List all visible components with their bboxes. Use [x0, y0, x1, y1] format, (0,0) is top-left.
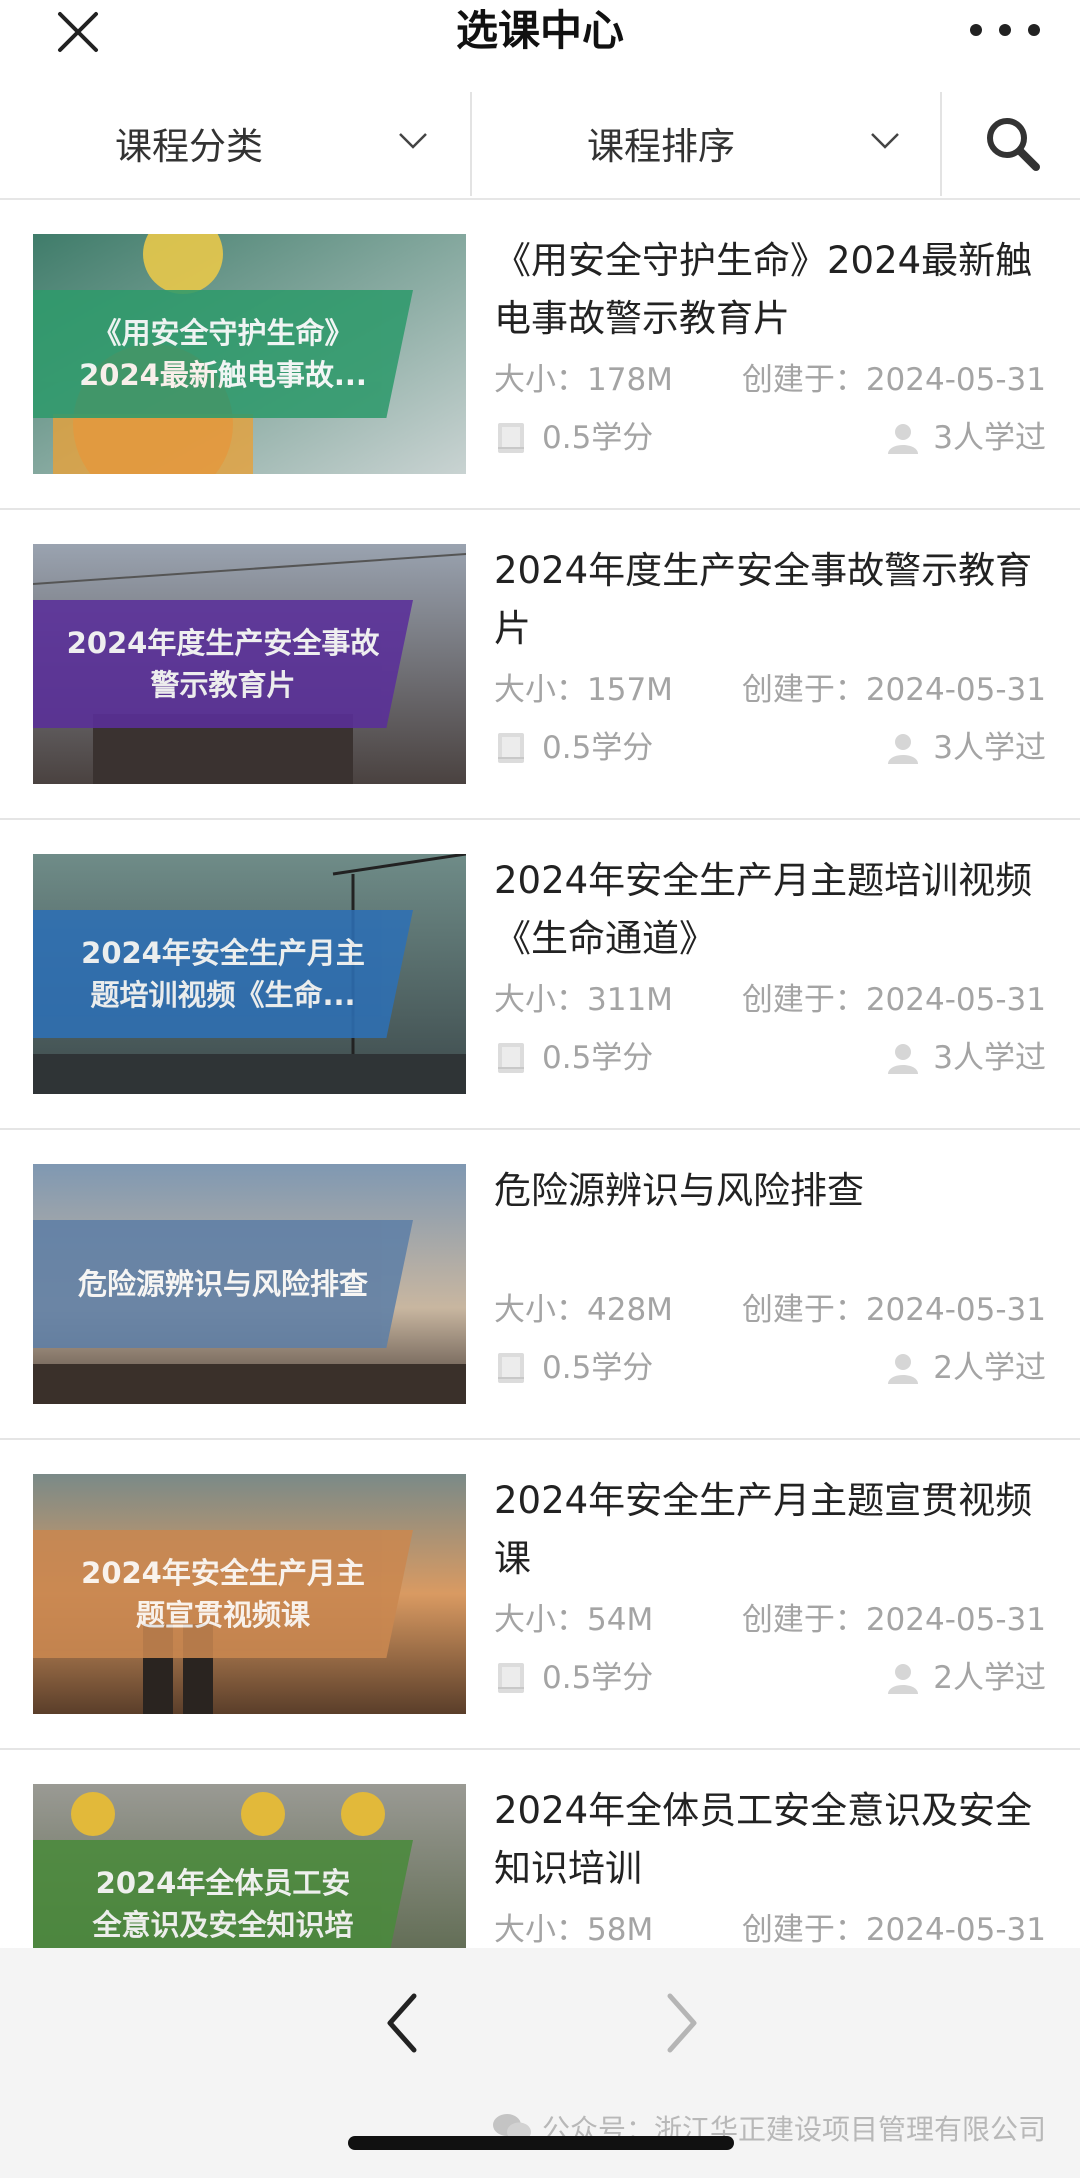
thumbnail-banner: 2024年度生产安全事故 警示教育片 — [33, 600, 413, 728]
course-created: 创建于：2024-05-31 — [741, 982, 1046, 1018]
thumbnail-text: 题宣贯视频课 — [135, 1598, 310, 1632]
course-credits: 0.5学分 — [494, 1348, 653, 1388]
course-title: 2024年全体员工安全意识及安全知识培训 — [494, 1789, 1033, 1890]
thumbnail-text: 警示教育片 — [150, 668, 296, 702]
category-label: 课程分类 — [115, 125, 263, 168]
course-thumbnail: 《用安全守护生命》 2024最新触电事故... — [33, 234, 466, 474]
course-size: 大小：58M — [494, 1912, 654, 1948]
thumbnail-text: 《用安全守护生命》 — [92, 316, 354, 350]
learners-text: 3人学过 — [933, 420, 1046, 456]
user-icon — [888, 424, 919, 454]
course-item[interactable]: 《用安全守护生命》 2024最新触电事故... 《用安全守护生命》2024最新触电… — [0, 200, 1080, 510]
thumbnail-banner: 危险源辨识与风险排查 — [33, 1220, 413, 1348]
course-size: 大小：157M — [494, 672, 673, 708]
course-title: 《用安全守护生命》2024最新触电事故警示教育片 — [494, 239, 1033, 340]
book-icon — [498, 1043, 524, 1073]
sort-label: 课程排序 — [587, 125, 735, 168]
course-size: 大小：428M — [494, 1292, 673, 1328]
course-title: 2024年度生产安全事故警示教育片 — [494, 549, 1033, 650]
home-indicator[interactable] — [348, 2136, 734, 2150]
course-learners: 3人学过 — [885, 418, 1046, 458]
course-item[interactable]: 2024年安全生产月主 题培训视频《生命... 2024年安全生产月主题培训视频《… — [0, 820, 1080, 1130]
course-credits: 0.5学分 — [494, 1038, 653, 1078]
book-icon — [498, 423, 524, 453]
more-icon[interactable] — [970, 10, 1040, 50]
bottom-toolbar: 公众号：浙江华正建设项目管理有限公司 — [0, 1948, 1080, 2178]
page-title: 选课中心 — [455, 6, 624, 55]
thumbnail-banner: 2024年安全生产月主 题宣贯视频课 — [33, 1530, 413, 1658]
course-item[interactable]: 2024年度生产安全事故 警示教育片 2024年度生产安全事故警示教育片 大小：1… — [0, 510, 1080, 820]
course-thumbnail: 2024年全体员工安 全意识及安全知识培 — [33, 1784, 466, 1948]
learners-text: 2人学过 — [933, 1660, 1046, 1696]
category-dropdown[interactable]: 课程分类 — [0, 88, 470, 198]
book-icon — [498, 1353, 524, 1383]
thumbnail-text: 2024年安全生产月主 — [81, 936, 365, 970]
thumbnail-text: 危险源辨识与风险排查 — [77, 1267, 368, 1301]
book-icon — [498, 1663, 524, 1693]
course-size: 大小：54M — [494, 1602, 654, 1638]
course-title: 2024年安全生产月主题培训视频《生命通道》 — [494, 859, 1033, 960]
credits-text: 0.5学分 — [542, 1040, 654, 1076]
learners-text: 3人学过 — [933, 730, 1046, 766]
search-icon — [987, 118, 1040, 171]
course-thumbnail: 2024年安全生产月主 题宣贯视频课 — [33, 1474, 466, 1714]
course-title: 2024年安全生产月主题宣贯视频课 — [494, 1479, 1033, 1580]
course-thumbnail: 2024年度生产安全事故 警示教育片 — [33, 544, 466, 784]
thumbnail-text: 2024年度生产安全事故 — [66, 626, 380, 660]
course-thumbnail: 2024年安全生产月主 题培训视频《生命... — [33, 854, 466, 1094]
chevron-left-icon — [387, 1993, 417, 2053]
course-credits: 0.5学分 — [494, 728, 653, 768]
course-credits: 0.5学分 — [494, 1658, 653, 1698]
credits-text: 0.5学分 — [542, 1350, 654, 1386]
book-icon — [498, 733, 524, 763]
learners-text: 3人学过 — [933, 1040, 1046, 1076]
thumbnail-text: 2024最新触电事故... — [79, 358, 367, 392]
course-created: 创建于：2024-05-31 — [741, 1602, 1046, 1638]
chevron-down-icon — [399, 133, 427, 149]
course-list: 《用安全守护生命》 2024最新触电事故... 《用安全守护生命》2024最新触电… — [0, 200, 1080, 1948]
learners-text: 2人学过 — [933, 1350, 1046, 1386]
search-button[interactable] — [944, 88, 1080, 198]
course-title: 危险源辨识与风险排查 — [494, 1169, 864, 1212]
credits-text: 0.5学分 — [542, 730, 654, 766]
sort-dropdown[interactable]: 课程排序 — [472, 88, 940, 198]
thumbnail-text: 全意识及安全知识培 — [92, 1908, 354, 1942]
user-icon — [888, 734, 919, 764]
course-item[interactable]: 2024年全体员工安 全意识及安全知识培 2024年全体员工安全意识及安全知识培训… — [0, 1750, 1080, 1948]
course-created: 创建于：2024-05-31 — [741, 1292, 1046, 1328]
chevron-right-icon — [667, 1993, 697, 2053]
thumbnail-text: 题培训视频《生命... — [90, 978, 356, 1012]
course-learners: 3人学过 — [885, 728, 1046, 768]
thumbnail-text: 2024年全体员工安 — [95, 1866, 351, 1900]
course-item[interactable]: 危险源辨识与风险排查 危险源辨识与风险排查 大小：428M 创建于：2024-0… — [0, 1130, 1080, 1440]
course-size: 大小：178M — [494, 362, 673, 398]
course-size: 大小：311M — [494, 982, 673, 1018]
thumbnail-banner: 2024年安全生产月主 题培训视频《生命... — [33, 910, 413, 1038]
course-created: 创建于：2024-05-31 — [741, 362, 1046, 398]
user-icon — [888, 1664, 919, 1694]
user-icon — [888, 1044, 919, 1074]
course-thumbnail: 危险源辨识与风险排查 — [33, 1164, 466, 1404]
course-credits: 0.5学分 — [494, 418, 653, 458]
course-created: 创建于：2024-05-31 — [741, 672, 1046, 708]
chevron-down-icon — [871, 133, 899, 149]
back-button[interactable] — [378, 1988, 428, 2058]
credits-text: 0.5学分 — [542, 1660, 654, 1696]
thumbnail-banner: 2024年全体员工安 全意识及安全知识培 — [33, 1840, 413, 1948]
course-learners: 2人学过 — [885, 1658, 1046, 1698]
course-item[interactable]: 2024年安全生产月主 题宣贯视频课 2024年安全生产月主题宣贯视频课 大小：5… — [0, 1440, 1080, 1750]
filter-bar: 课程分类 课程排序 — [0, 88, 1080, 200]
thumbnail-text: 2024年安全生产月主 — [81, 1556, 365, 1590]
thumbnail-banner: 《用安全守护生命》 2024最新触电事故... — [33, 290, 413, 418]
course-created: 创建于：2024-05-31 — [741, 1912, 1046, 1948]
user-icon — [888, 1354, 919, 1384]
course-learners: 2人学过 — [885, 1348, 1046, 1388]
credits-text: 0.5学分 — [542, 420, 654, 456]
forward-button[interactable] — [656, 1988, 706, 2058]
course-learners: 3人学过 — [885, 1038, 1046, 1078]
divider — [940, 92, 942, 196]
top-bar: 选课中心 — [0, 0, 1080, 64]
